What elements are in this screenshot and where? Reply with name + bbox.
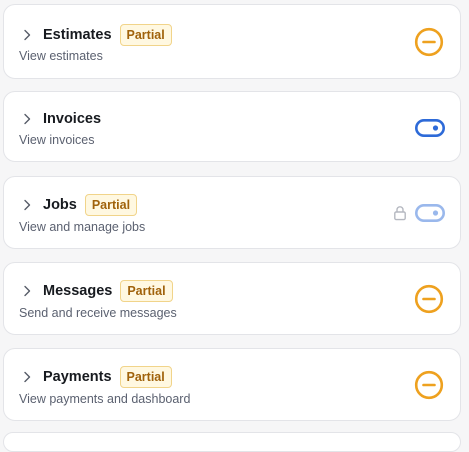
- permission-card-jobs: Jobs Partial View and manage jobs: [3, 176, 461, 249]
- chevron-right-icon[interactable]: [20, 28, 34, 42]
- chevron-right-icon[interactable]: [20, 198, 34, 212]
- chevron-right-icon[interactable]: [20, 370, 34, 384]
- permission-title: Estimates: [43, 27, 112, 43]
- permission-card-next: [3, 432, 461, 452]
- partial-badge: Partial: [120, 280, 173, 302]
- permission-card-invoices: Invoices View invoices: [3, 91, 461, 162]
- permission-card-estimates: Estimates Partial View estimates: [3, 4, 461, 79]
- toggle-icon[interactable]: [415, 118, 445, 138]
- minus-circle-icon[interactable]: [414, 27, 444, 57]
- permission-card-payments: Payments Partial View payments and dashb…: [3, 348, 461, 421]
- toggle-icon: [415, 204, 445, 222]
- permission-description: View estimates: [19, 49, 103, 63]
- permission-title: Messages: [43, 283, 113, 299]
- chevron-right-icon[interactable]: [20, 112, 34, 126]
- partial-badge: Partial: [119, 24, 172, 46]
- permission-description: View invoices: [19, 133, 95, 147]
- permission-description: View payments and dashboard: [19, 392, 191, 406]
- permission-title: Jobs: [43, 197, 77, 213]
- permission-title: Payments: [43, 369, 112, 385]
- permission-card-messages: Messages Partial Send and receive messag…: [3, 262, 461, 335]
- partial-badge: Partial: [119, 366, 172, 388]
- permission-description: View and manage jobs: [19, 220, 146, 234]
- minus-circle-icon[interactable]: [414, 284, 444, 314]
- lock-icon: [394, 206, 406, 221]
- permission-title: Invoices: [43, 111, 102, 127]
- permission-description: Send and receive messages: [19, 306, 177, 320]
- chevron-right-icon[interactable]: [20, 284, 34, 298]
- minus-circle-icon[interactable]: [414, 370, 444, 400]
- partial-badge: Partial: [84, 194, 138, 216]
